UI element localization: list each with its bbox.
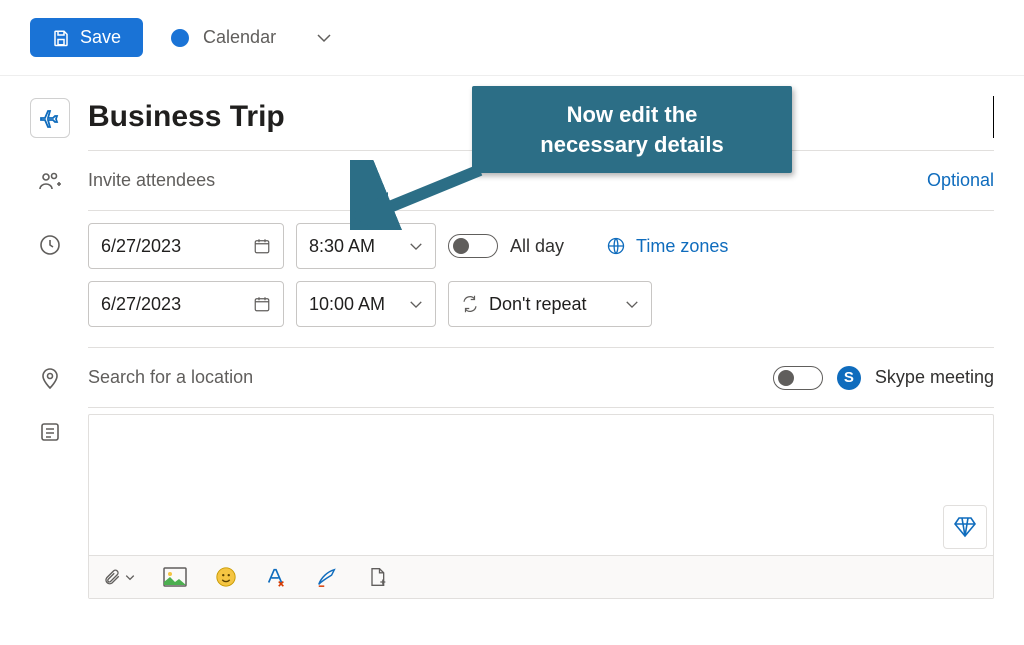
calendar-color-dot bbox=[171, 29, 189, 47]
body-textarea[interactable] bbox=[89, 415, 993, 555]
description-icon bbox=[38, 420, 62, 444]
airplane-icon bbox=[38, 106, 62, 130]
calendar-icon bbox=[253, 295, 271, 313]
allday-toggle[interactable] bbox=[448, 234, 498, 258]
recurrence-value: Don't repeat bbox=[489, 294, 615, 315]
allday-label: All day bbox=[510, 236, 564, 257]
callout-line1: Now edit the bbox=[490, 100, 774, 130]
insert-picture-button[interactable] bbox=[163, 567, 187, 587]
document-add-icon bbox=[367, 566, 387, 588]
emoji-icon bbox=[215, 566, 237, 588]
chevron-down-icon bbox=[316, 33, 332, 43]
recurrence-select[interactable]: Don't repeat bbox=[448, 281, 652, 327]
repeat-icon bbox=[461, 295, 479, 313]
start-date-value: 6/27/2023 bbox=[101, 236, 181, 257]
skype-toggle[interactable] bbox=[773, 366, 823, 390]
instruction-callout: Now edit the necessary details bbox=[472, 86, 792, 173]
body-editor[interactable] bbox=[88, 414, 994, 599]
optional-attendees-link[interactable]: Optional bbox=[927, 170, 994, 191]
chevron-down-icon bbox=[409, 300, 423, 309]
category-icon-button[interactable] bbox=[30, 98, 70, 138]
chevron-down-icon bbox=[409, 242, 423, 251]
drawing-button[interactable] bbox=[315, 566, 339, 588]
start-date-input[interactable]: 6/27/2023 bbox=[88, 223, 284, 269]
save-icon bbox=[52, 29, 70, 47]
location-row: Search for a location S Skype meeting bbox=[30, 348, 994, 408]
attach-button[interactable] bbox=[103, 567, 135, 587]
chevron-down-icon bbox=[125, 574, 135, 581]
attendees-input[interactable]: Invite attendees bbox=[88, 170, 913, 191]
callout-line2: necessary details bbox=[490, 130, 774, 160]
people-add-icon bbox=[38, 169, 62, 193]
start-time-value: 8:30 AM bbox=[309, 236, 375, 257]
globe-icon bbox=[606, 236, 626, 256]
timezones-label: Time zones bbox=[636, 236, 728, 257]
location-pin-icon bbox=[38, 366, 62, 390]
paperclip-icon bbox=[103, 567, 121, 587]
clock-icon bbox=[38, 233, 62, 257]
timezones-link[interactable]: Time zones bbox=[606, 236, 728, 257]
calendar-selector[interactable]: Calendar bbox=[171, 27, 332, 48]
end-time-input[interactable]: 10:00 AM bbox=[296, 281, 436, 327]
datetime-row: 6/27/2023 8:30 AM All day Time zones bbox=[30, 211, 994, 348]
calendar-label: Calendar bbox=[203, 27, 276, 48]
save-button[interactable]: Save bbox=[30, 18, 143, 57]
start-time-input[interactable]: 8:30 AM bbox=[296, 223, 436, 269]
calendar-icon bbox=[253, 237, 271, 255]
toolbar: Save Calendar bbox=[0, 0, 1024, 76]
emoji-button[interactable] bbox=[215, 566, 237, 588]
save-button-label: Save bbox=[80, 27, 121, 48]
pen-icon bbox=[315, 566, 339, 588]
body-row bbox=[30, 414, 994, 599]
skype-icon: S bbox=[837, 366, 861, 390]
insert-file-button[interactable] bbox=[367, 566, 387, 588]
premium-button[interactable] bbox=[943, 505, 987, 549]
skype-label: Skype meeting bbox=[875, 367, 994, 388]
chevron-down-icon bbox=[625, 300, 639, 309]
format-toolbar bbox=[89, 555, 993, 598]
end-date-value: 6/27/2023 bbox=[101, 294, 181, 315]
clear-formatting-button[interactable] bbox=[265, 566, 287, 588]
end-date-input[interactable]: 6/27/2023 bbox=[88, 281, 284, 327]
picture-icon bbox=[163, 567, 187, 587]
end-time-value: 10:00 AM bbox=[309, 294, 385, 315]
location-input[interactable]: Search for a location bbox=[88, 367, 759, 388]
diamond-icon bbox=[953, 515, 977, 539]
font-erase-icon bbox=[265, 566, 287, 588]
